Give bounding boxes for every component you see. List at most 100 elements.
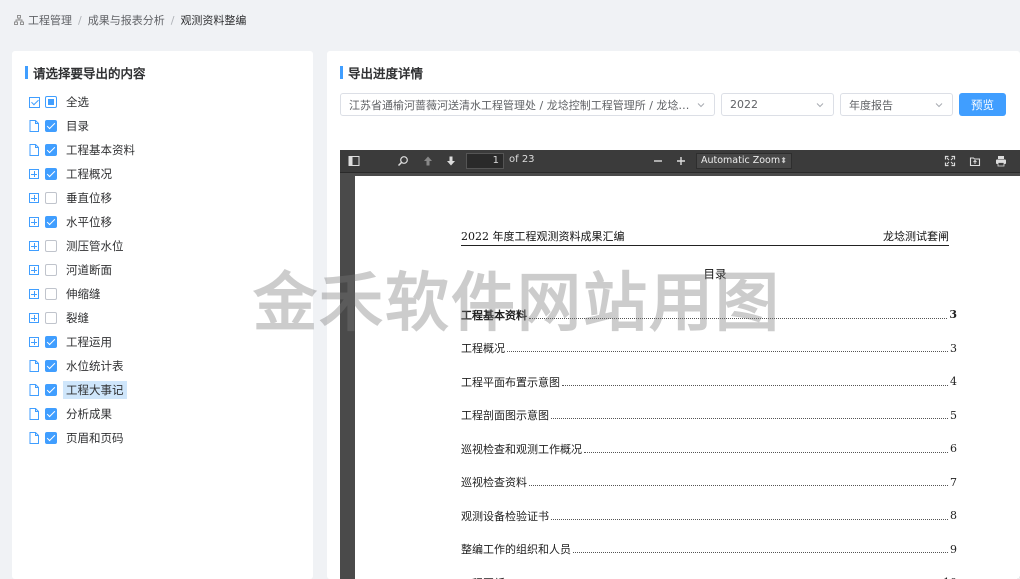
- sitemap-icon: [14, 15, 24, 25]
- tree-checkbox[interactable]: [45, 360, 57, 372]
- search-icon[interactable]: [397, 155, 409, 167]
- toc-entry[interactable]: 工程剖面图示意图 5: [461, 399, 957, 433]
- export-content-panel: 请选择要导出的内容 全选 目录 工程基本资料 工程概况 垂直位移 水平位移 测压管水位 河道断…: [12, 51, 313, 579]
- tree-node[interactable]: 伸缩缝: [28, 282, 138, 306]
- tree-checkbox[interactable]: [45, 312, 57, 324]
- org-select[interactable]: 江苏省通榆河蔷薇河送清水工程管理处 / 龙埝控制工程管理所 / 龙埝测试...: [340, 93, 715, 116]
- tree-node[interactable]: 分析成果: [28, 402, 138, 426]
- breadcrumb-item[interactable]: 工程管理: [28, 12, 72, 28]
- toc-entry-title: 巡视检查资料: [461, 476, 527, 490]
- panel-title: 导出进度详情: [340, 64, 424, 81]
- previous-page-icon[interactable]: [422, 155, 434, 167]
- tree-node[interactable]: 工程基本资料: [28, 138, 138, 162]
- toc-entry-title: 工程概况: [461, 342, 505, 356]
- report-type-select[interactable]: 年度报告: [840, 93, 953, 116]
- expand-plus-icon[interactable]: [28, 263, 40, 277]
- zoom-select[interactable]: Automatic Zoom ⬍: [696, 153, 792, 169]
- tree-node[interactable]: 工程大事记: [28, 378, 138, 402]
- tree-node[interactable]: 目录: [28, 114, 138, 138]
- toc-entry[interactable]: 巡视检查和观测工作概况 6: [461, 432, 957, 466]
- sidebar-toggle-icon[interactable]: [348, 155, 360, 167]
- tree-checkbox[interactable]: [45, 144, 57, 156]
- toc-entry[interactable]: 整编工作的组织和人员 9: [461, 533, 957, 567]
- chevron-down-icon: [935, 102, 943, 107]
- toc-entry-title: 工程基本资料: [461, 308, 527, 322]
- tree-node-label: 全选: [66, 95, 89, 109]
- tree-node[interactable]: 水平位移: [28, 210, 138, 234]
- tree-checkbox[interactable]: [45, 384, 57, 396]
- tree-node[interactable]: 全选: [28, 90, 138, 114]
- zoom-out-icon[interactable]: [652, 155, 664, 167]
- toc-entry[interactable]: 观测设备检验证书 8: [461, 499, 957, 533]
- open-file-icon[interactable]: [969, 155, 981, 167]
- export-progress-panel: 导出进度详情 江苏省通榆河蔷薇河送清水工程管理处 / 龙埝控制工程管理所 / 龙…: [327, 51, 1020, 579]
- print-icon[interactable]: [995, 155, 1007, 167]
- page-number-input[interactable]: 1: [466, 153, 504, 169]
- preview-button[interactable]: 预览: [959, 93, 1006, 116]
- tree-node[interactable]: 垂直位移: [28, 186, 138, 210]
- tree-checkbox[interactable]: [45, 240, 57, 252]
- next-page-icon[interactable]: [445, 155, 457, 167]
- report-type-value: 年度报告: [849, 98, 893, 112]
- tree-node[interactable]: 工程概况: [28, 162, 138, 186]
- toc-title: 目录: [703, 267, 727, 281]
- tree-checkbox[interactable]: [45, 120, 57, 132]
- toc-entry[interactable]: 工程图纸10: [461, 566, 957, 579]
- tree-node-label: 目录: [66, 119, 89, 133]
- zoom-in-icon[interactable]: [675, 155, 687, 167]
- breadcrumb-separator: /: [170, 13, 175, 27]
- tree-node[interactable]: 水位统计表: [28, 354, 138, 378]
- toc-entry[interactable]: 工程概况 3: [461, 332, 957, 366]
- check-square-icon: [28, 95, 40, 109]
- expand-plus-icon[interactable]: [28, 335, 40, 349]
- tree-checkbox[interactable]: [45, 336, 57, 348]
- tree-node[interactable]: 测压管水位: [28, 234, 138, 258]
- toc-entry[interactable]: 巡视检查资料 7: [461, 466, 957, 500]
- toc-entry-title: 观测设备检验证书: [461, 509, 549, 523]
- tree-checkbox[interactable]: [45, 264, 57, 276]
- tree-node-label: 工程概况: [66, 167, 112, 181]
- toc-entry-title: 工程剖面图示意图: [461, 409, 549, 423]
- fullscreen-icon[interactable]: [944, 155, 956, 167]
- expand-plus-icon[interactable]: [28, 167, 40, 181]
- breadcrumb-item[interactable]: 成果与报表分析: [88, 12, 165, 28]
- toc-leader-dots: [573, 545, 948, 554]
- tree-checkbox[interactable]: [45, 408, 57, 420]
- tree-node-label: 工程运用: [66, 335, 112, 349]
- tree-node-label: 垂直位移: [66, 191, 112, 205]
- panel-title-text: 导出进度详情: [348, 65, 424, 81]
- expand-plus-icon[interactable]: [28, 287, 40, 301]
- toc-entry-page: 6: [950, 442, 957, 456]
- year-select[interactable]: 2022: [721, 93, 834, 116]
- tree-checkbox[interactable]: [45, 168, 57, 180]
- expand-plus-icon[interactable]: [28, 239, 40, 253]
- file-icon: [28, 359, 40, 373]
- tree-node[interactable]: 河道断面: [28, 258, 138, 282]
- toc-entry-page: 3: [950, 341, 957, 355]
- file-icon: [28, 407, 40, 421]
- tree-node-label: 河道断面: [66, 263, 112, 277]
- page-count: of 23: [509, 154, 535, 165]
- tree-checkbox[interactable]: [45, 288, 57, 300]
- pdf-page: 2022 年度工程观测资料成果汇编 龙埝测试套闸 目录 工程基本资料 3 工程概况 3…: [355, 176, 1020, 579]
- tree-node-label: 水位统计表: [66, 359, 124, 373]
- tree-checkbox[interactable]: [45, 432, 57, 444]
- tree-node[interactable]: 页眉和页码: [28, 426, 138, 450]
- pdf-viewer: 1 of 23 Automatic Zoom ⬍ 2022 年度工程观测资料成果…: [340, 150, 1020, 579]
- breadcrumb-separator: /: [78, 13, 82, 27]
- toc-leader-dots: [551, 411, 948, 420]
- toc-leader-dots: [529, 311, 948, 319]
- expand-plus-icon[interactable]: [28, 311, 40, 325]
- tree-checkbox[interactable]: [45, 216, 57, 228]
- expand-plus-icon[interactable]: [28, 191, 40, 205]
- toc-entry-page: 3: [949, 308, 957, 322]
- tree-node[interactable]: 工程运用: [28, 330, 138, 354]
- toc-entry[interactable]: 工程基本资料 3: [461, 298, 957, 332]
- toc-entry[interactable]: 工程平面布置示意图 4: [461, 365, 957, 399]
- document-header-project: 龙埝测试套闸: [883, 230, 949, 243]
- org-select-value: 江苏省通榆河蔷薇河送清水工程管理处 / 龙埝控制工程管理所 / 龙埝测试...: [349, 98, 692, 112]
- tree-checkbox[interactable]: [45, 96, 57, 108]
- tree-node[interactable]: 裂缝: [28, 306, 138, 330]
- expand-plus-icon[interactable]: [28, 215, 40, 229]
- tree-checkbox[interactable]: [45, 192, 57, 204]
